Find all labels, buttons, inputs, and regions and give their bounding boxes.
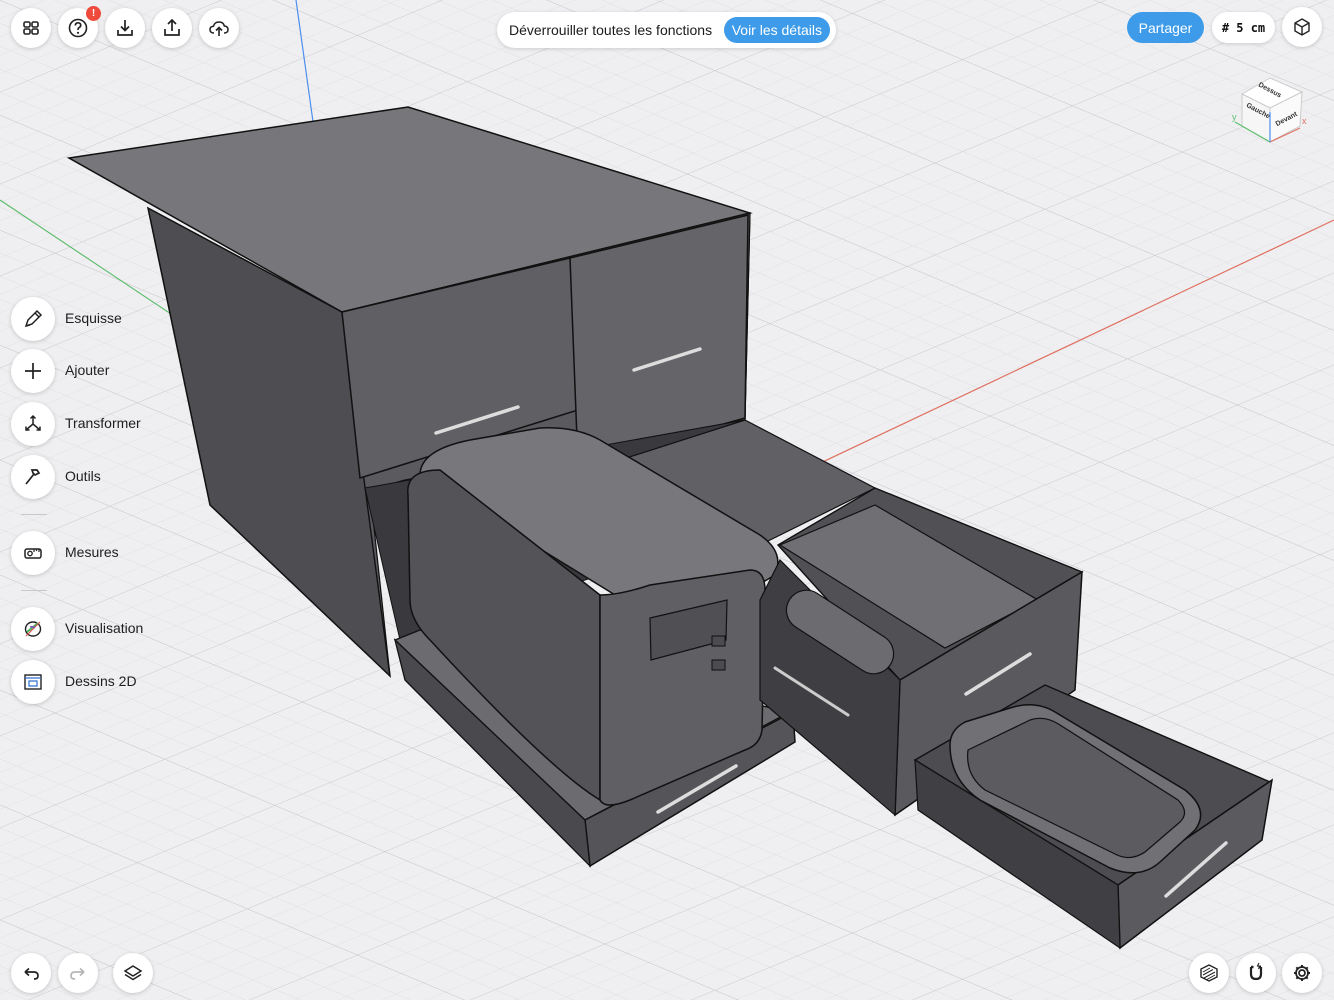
undo-button[interactable] xyxy=(11,953,51,993)
tool-measures[interactable]: Mesures xyxy=(11,531,231,575)
hammer-icon-button[interactable] xyxy=(11,455,55,499)
notification-badge: ! xyxy=(86,6,101,21)
drawing-2d-icon xyxy=(24,674,42,690)
help-icon xyxy=(68,18,88,38)
tool-label: Visualisation xyxy=(65,620,144,636)
unlock-text: Déverrouiller toutes les fonctions xyxy=(509,22,713,38)
pencil-icon-button[interactable] xyxy=(11,297,55,341)
grid-size-button[interactable]: # 5 cm xyxy=(1212,12,1275,43)
tool-visualization[interactable]: Visualisation xyxy=(11,607,231,651)
tool-label: Transformer xyxy=(65,415,141,431)
tool-label: Esquisse xyxy=(65,310,122,326)
tape-measure-icon-button[interactable] xyxy=(11,531,55,575)
redo-icon xyxy=(70,967,85,980)
layers-button[interactable] xyxy=(113,953,153,993)
layers-icon xyxy=(123,965,143,981)
pc-button-2 xyxy=(711,659,726,671)
tool-label: Outils xyxy=(65,468,101,484)
visualization-icon xyxy=(24,621,42,637)
share-button[interactable]: Partager xyxy=(1127,12,1204,43)
settings-icon xyxy=(1294,965,1310,981)
grid-view-button[interactable] xyxy=(11,8,51,48)
tool-add[interactable]: Ajouter xyxy=(11,349,231,393)
import-button[interactable] xyxy=(105,8,145,48)
settings-button[interactable] xyxy=(1282,953,1322,993)
view-details-button[interactable]: Voir les détails xyxy=(723,17,830,43)
tool-2d-drawings[interactable]: Dessins 2D xyxy=(11,660,231,704)
cloud-upload-button[interactable] xyxy=(199,8,239,48)
cloud-upload-icon xyxy=(209,21,229,36)
tool-divider xyxy=(21,590,47,591)
export-button[interactable] xyxy=(152,8,192,48)
tape-measure-icon xyxy=(24,548,42,559)
hammer-icon xyxy=(25,469,41,485)
tool-tools[interactable]: Outils xyxy=(11,455,231,499)
axis-x-label: x xyxy=(1302,116,1307,126)
tool-label: Dessins 2D xyxy=(65,673,137,689)
pc-button-1 xyxy=(711,635,726,647)
material-button[interactable] xyxy=(1189,953,1229,993)
tool-transform[interactable]: Transformer xyxy=(11,402,231,446)
3d-viewport[interactable]: Dessus Gauche Devant y x xyxy=(0,0,1334,1000)
view-mode-button[interactable] xyxy=(1282,7,1322,47)
axis-y-label: y xyxy=(1232,112,1237,122)
transform-icon xyxy=(25,414,41,431)
tool-label: Mesures xyxy=(65,544,119,560)
snap-magnet-icon xyxy=(1249,962,1263,981)
import-icon xyxy=(117,20,133,36)
unlock-banner: Déverrouiller toutes les fonctions Voir … xyxy=(497,12,836,48)
transform-icon-button[interactable] xyxy=(11,402,55,446)
export-icon xyxy=(164,18,180,36)
undo-icon xyxy=(24,967,39,980)
grid-view-icon xyxy=(23,21,39,35)
tool-sketch[interactable]: Esquisse xyxy=(11,297,231,341)
snap-button[interactable] xyxy=(1236,953,1276,993)
visualization-icon-button[interactable] xyxy=(11,607,55,651)
tool-divider xyxy=(21,514,47,515)
plus-icon xyxy=(25,363,41,379)
pencil-icon xyxy=(24,309,43,328)
material-icon xyxy=(1200,964,1218,982)
redo-button[interactable] xyxy=(58,953,98,993)
perspective-cube-icon xyxy=(1294,18,1310,36)
tool-label: Ajouter xyxy=(65,362,110,378)
drawing-2d-icon-button[interactable] xyxy=(11,660,55,704)
plus-icon-button[interactable] xyxy=(11,349,55,393)
